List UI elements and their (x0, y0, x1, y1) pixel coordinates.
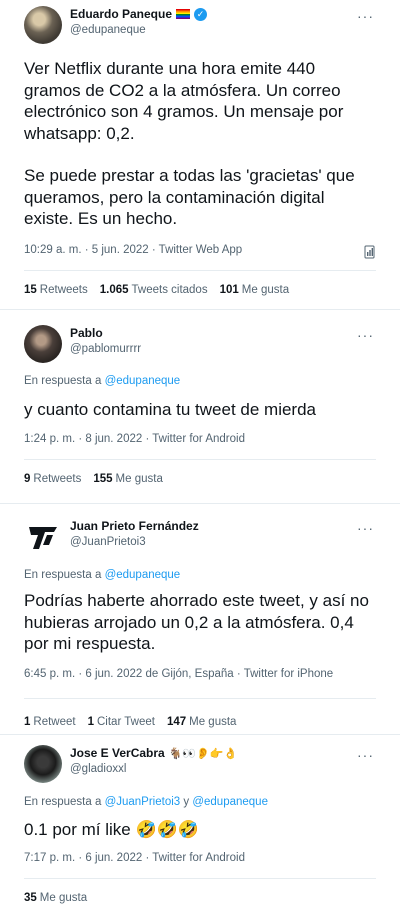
likes-count: 155 (93, 473, 113, 485)
laughing-emoji: 🤣🤣🤣 (135, 820, 200, 839)
tweet-text: y cuanto contamina tu tweet de mierda (24, 400, 316, 419)
more-icon[interactable]: ··· (357, 327, 374, 343)
reply-to-link[interactable]: @edupaneque (105, 569, 181, 581)
tweet-text-paragraph-1: Ver Netflix durante una hora emite 440 g… (24, 59, 344, 143)
avatar[interactable] (24, 6, 62, 44)
tweet-meta: 6:45 p. m. · 6 jun. 2022 de Gijón, Españ… (24, 668, 376, 680)
author-name-text: Eduardo Paneque (70, 7, 173, 21)
tweet-timestamp[interactable]: 7:17 p. m. · 6 jun. 2022 · Twitter for A… (24, 852, 245, 864)
quotes-label: Tweets citados (131, 283, 208, 296)
likes-label: Me gusta (241, 283, 290, 296)
author-name[interactable]: Jose E VerCabra 🐐👀👂👉👌 (70, 746, 237, 760)
retweets-stat[interactable]: 1 Retweet (24, 716, 76, 728)
avatar[interactable] (24, 325, 62, 363)
quotes-stat[interactable]: 1.065 Tweets citados (100, 284, 208, 296)
author-name-text: Juan Prieto Fernández (70, 519, 199, 533)
tweet-header: Juan Prieto Fernández @JuanPrietoi3 ··· (24, 518, 376, 556)
tweet-text: 0.1 por mí like 🤣🤣🤣 (24, 820, 376, 840)
avatar[interactable] (24, 518, 62, 556)
reply-context: En respuesta a @edupaneque (24, 375, 376, 387)
reply-context: En respuesta a @edupaneque (24, 569, 376, 581)
tweet-text-paragraph-2: Se puede prestar a todas las 'gracietas'… (24, 166, 355, 228)
likes-count: 35 (24, 892, 37, 904)
author-name[interactable]: Juan Prieto Fernández (70, 519, 199, 533)
more-icon[interactable]: ··· (357, 747, 374, 763)
tweet-meta: 10:29 a. m. · 5 jun. 2022 · Twitter Web … (24, 244, 376, 259)
tweet-stats: 9 Retweets 155 Me gusta (24, 459, 376, 485)
likes-label: Me gusta (189, 715, 237, 728)
likes-stat[interactable]: 101 Me gusta (220, 284, 290, 296)
reply-tweet: Pablo @pablomurrrr ··· En respuesta a @e… (0, 310, 400, 504)
more-icon[interactable]: ··· (357, 520, 374, 536)
retweets-count: 15 (24, 283, 37, 296)
reply-tweet: Jose E VerCabra 🐐👀👂👉👌 @gladioxxl ··· En … (0, 735, 400, 921)
quotes-count: 1 (87, 715, 94, 728)
retweets-label: Retweet (33, 715, 76, 728)
tweet-header: Jose E VerCabra 🐐👀👂👉👌 @gladioxxl ··· (24, 745, 376, 783)
quotes-stat[interactable]: 1 Citar Tweet (88, 716, 155, 728)
author-handle[interactable]: @edupaneque (70, 24, 207, 36)
verified-icon: ✓ (194, 7, 208, 21)
author-emoji: 🐐👀👂👉👌 (168, 747, 238, 760)
reply-prefix: En respuesta a (24, 796, 102, 808)
author-name-text: Pablo (70, 326, 103, 340)
likes-label: Me gusta (115, 473, 163, 485)
tweet-header: Pablo @pablomurrrr ··· (24, 325, 376, 363)
retweets-label: Retweets (33, 473, 82, 485)
likes-stat[interactable]: 35 Me gusta (24, 892, 87, 904)
reply-context: En respuesta a @JuanPrietoi3 y @edupaneq… (24, 796, 376, 808)
likes-stat[interactable]: 155 Me gusta (93, 473, 163, 485)
tweet-text: Podrías haberte ahorrado este tweet, y a… (24, 591, 369, 653)
author-handle[interactable]: @gladioxxl (70, 763, 237, 775)
likes-label: Me gusta (39, 892, 88, 904)
reply-to-link-1[interactable]: @JuanPrietoi3 (105, 796, 181, 808)
retweets-count: 1 (24, 715, 31, 728)
author-handle[interactable]: @pablomurrrr (70, 343, 141, 355)
tweet-text: Ver Netflix durante una hora emite 440 g… (24, 58, 374, 230)
tweet-timestamp[interactable]: 1:24 p. m. · 8 jun. 2022 · Twitter for A… (24, 433, 245, 445)
tweet-timestamp[interactable]: 6:45 p. m. · 6 jun. 2022 de Gijón, Españ… (24, 668, 333, 680)
tweet-meta: 7:17 p. m. · 6 jun. 2022 · Twitter for A… (24, 852, 376, 864)
likes-count: 147 (166, 715, 187, 728)
likes-stat[interactable]: 147 Me gusta (167, 716, 237, 728)
pride-flag-icon (176, 9, 191, 19)
likes-count: 101 (219, 283, 239, 296)
reply-to-link-2[interactable]: @edupaneque (192, 796, 268, 808)
brand-logo-icon (29, 527, 57, 549)
tweet-timestamp[interactable]: 10:29 a. m. · 5 jun. 2022 · Twitter Web … (24, 244, 242, 256)
quotes-count: 1.065 (99, 283, 129, 296)
retweets-label: Retweets (39, 283, 88, 296)
author-name[interactable]: Pablo (70, 326, 141, 340)
tweet-stats: 15 Retweets 1.065 Tweets citados 101 Me gus… (24, 269, 376, 296)
reply-prefix: En respuesta a (24, 569, 102, 581)
retweets-count: 9 (24, 473, 31, 485)
quotes-label: Citar Tweet (97, 715, 155, 728)
retweets-stat[interactable]: 9 Retweets (24, 473, 81, 485)
more-icon[interactable]: ··· (357, 8, 374, 24)
analytics-icon[interactable] (364, 245, 376, 259)
avatar[interactable] (24, 745, 62, 783)
author-name[interactable]: Eduardo Paneque ✓ (70, 7, 208, 21)
main-tweet: Eduardo Paneque ✓ @edupaneque ··· Ver Ne… (0, 0, 400, 310)
tweet-stats: 35 Me gusta (24, 878, 376, 904)
tweet-header: Eduardo Paneque ✓ @edupaneque ··· (24, 6, 376, 44)
tweet-text-content: 0.1 por mí like (24, 820, 131, 839)
reply-tweet: Juan Prieto Fernández @JuanPrietoi3 ··· … (0, 504, 400, 735)
retweets-stat[interactable]: 15 Retweets (24, 284, 88, 296)
reply-to-link[interactable]: @edupaneque (105, 375, 181, 387)
tweet-meta: 1:24 p. m. · 8 jun. 2022 · Twitter for A… (24, 433, 376, 445)
author-name-text: Jose E VerCabra (70, 746, 165, 760)
tweet-stats: 1 Retweet 1 Citar Tweet 147 Me gusta (24, 697, 376, 728)
reply-join: y (183, 796, 190, 808)
author-handle[interactable]: @JuanPrietoi3 (70, 536, 199, 548)
reply-prefix: En respuesta a (24, 375, 102, 387)
